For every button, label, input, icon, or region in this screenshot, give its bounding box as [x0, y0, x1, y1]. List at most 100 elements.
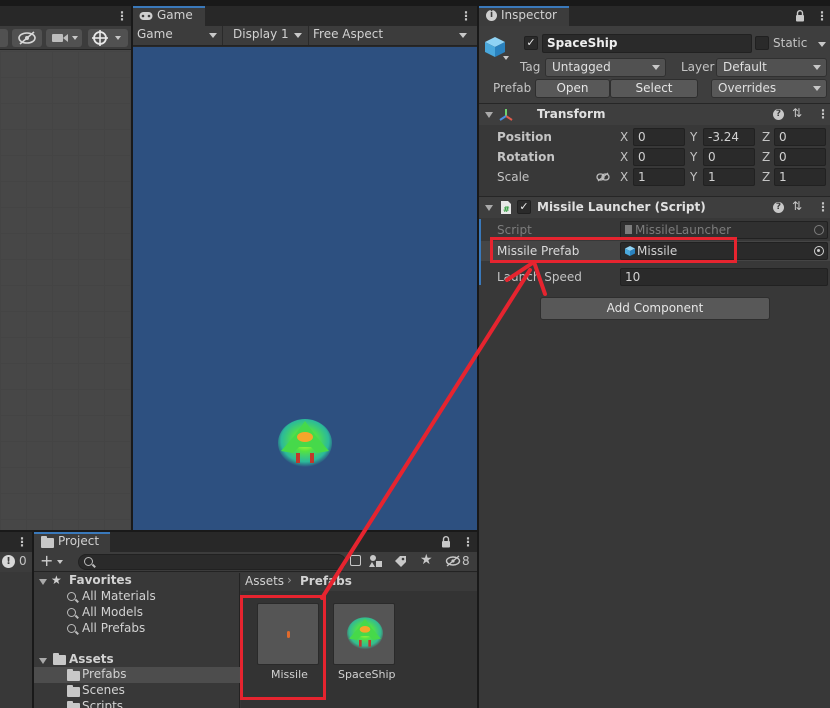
chevron-down-icon — [813, 86, 821, 91]
transform-header[interactable]: Transform ? ⇅ ⋮ — [479, 103, 830, 125]
tree-item-prefabs[interactable]: Prefabs — [34, 667, 240, 683]
axis-x-label: X — [620, 150, 629, 164]
asset-label: Missile — [271, 668, 308, 681]
search-icon — [67, 608, 76, 617]
presets-icon[interactable]: ⇅ — [792, 106, 802, 120]
overrides-dropdown[interactable]: Overrides — [711, 79, 827, 98]
create-plus-icon[interactable]: + — [40, 551, 53, 570]
project-menu-icon[interactable]: ⋮ — [462, 535, 474, 549]
favorites-label[interactable]: Favorites — [69, 573, 132, 587]
missile-launcher-header[interactable]: # ✓ Missile Launcher (Script) ? ⇅ ⋮ — [479, 196, 830, 218]
prefab-select-button[interactable]: Select — [610, 79, 698, 98]
add-component-button[interactable]: Add Component — [540, 297, 770, 320]
script-value: MissileLauncher — [635, 223, 732, 237]
search-icon — [67, 624, 76, 633]
prefab-label: Prefab — [493, 81, 532, 95]
fold-arrow-icon[interactable] — [39, 658, 47, 664]
console-menu-icon[interactable]: ⋮ — [16, 535, 28, 549]
layer-label: Layer — [681, 60, 715, 74]
presets-icon[interactable]: ⇅ — [792, 199, 802, 213]
axis-z-label: Z — [762, 150, 771, 164]
static-label: Static — [773, 36, 808, 50]
scene-toolbar — [0, 26, 131, 50]
project-search-input[interactable] — [78, 554, 346, 570]
project-folder-tree: ★ Favorites All Materials All Models All… — [34, 573, 240, 708]
scene-view-menu-icon[interactable]: ⋮ — [116, 9, 128, 23]
error-icon[interactable]: ! — [2, 555, 15, 568]
fold-arrow-icon[interactable] — [485, 112, 493, 118]
tab-inspector[interactable]: i Inspector — [479, 6, 569, 26]
help-icon[interactable]: ? — [773, 109, 784, 120]
chevron-down-icon — [652, 65, 660, 70]
help-icon[interactable]: ? — [773, 202, 784, 213]
asset-item-spaceship[interactable]: SpaceShip — [333, 603, 396, 685]
asset-item-missile[interactable]: Missile — [257, 603, 319, 685]
breadcrumb-assets[interactable]: Assets — [245, 574, 284, 588]
chevron-down-icon — [459, 33, 467, 38]
hidden-packages-icon[interactable] — [445, 555, 461, 567]
link-icon[interactable] — [596, 171, 610, 185]
tool-dropdown-arrow[interactable] — [0, 29, 8, 47]
scale-x-field[interactable]: 1 — [633, 168, 685, 186]
fold-arrow-icon[interactable] — [485, 205, 493, 211]
game-viewport[interactable] — [133, 47, 477, 530]
filter-by-type-icon[interactable] — [350, 555, 361, 566]
position-x-field[interactable]: 0 — [633, 128, 685, 146]
folder-label: Prefabs — [82, 667, 127, 681]
rotation-z-field[interactable]: 0 — [774, 148, 826, 166]
component-menu-icon[interactable]: ⋮ — [817, 200, 829, 214]
assets-folder[interactable]: Assets — [69, 652, 114, 666]
active-checkbox[interactable]: ✓ — [524, 36, 538, 50]
game-view-menu-icon[interactable]: ⋮ — [460, 9, 472, 23]
tab-inspector-label: Inspector — [501, 8, 557, 22]
favorite-item[interactable]: All Materials — [82, 589, 156, 603]
game-mode-dropdown[interactable]: Game — [133, 26, 223, 45]
object-picker-icon[interactable] — [814, 246, 824, 256]
position-y-field[interactable]: -3.24 — [703, 128, 755, 146]
visibility-off-icon[interactable] — [12, 29, 42, 47]
layer-dropdown[interactable]: Default — [716, 58, 827, 77]
tag-icon[interactable] — [394, 555, 407, 568]
chevron-down-icon — [209, 33, 217, 38]
tree-item-scripts[interactable]: Scripts — [82, 699, 123, 708]
prefab-open-button[interactable]: Open — [535, 79, 610, 98]
inspector-menu-icon[interactable]: ⋮ — [816, 9, 828, 23]
scale-y-field[interactable]: 1 — [703, 168, 755, 186]
missile-prefab-field[interactable]: Missile — [620, 242, 828, 260]
gizmo-icon[interactable] — [88, 29, 128, 47]
lock-icon[interactable] — [441, 536, 451, 551]
favorite-item[interactable]: All Prefabs — [82, 621, 145, 635]
tag-dropdown[interactable]: Untagged — [545, 58, 666, 77]
tab-game-label: Game — [157, 8, 193, 22]
component-enabled-checkbox[interactable]: ✓ — [517, 200, 531, 214]
static-checkbox[interactable] — [755, 36, 769, 50]
spaceship-sprite — [278, 419, 332, 467]
display-dropdown[interactable]: Display 1 — [227, 26, 309, 45]
lock-icon[interactable] — [795, 10, 805, 25]
layer-value: Default — [723, 60, 767, 74]
launch-speed-field[interactable]: 10 — [620, 268, 828, 286]
scale-z-field[interactable]: 1 — [774, 168, 826, 186]
rotation-x-field[interactable]: 0 — [633, 148, 685, 166]
fold-arrow-icon[interactable] — [39, 579, 47, 585]
tab-project[interactable]: Project — [34, 532, 110, 552]
component-menu-icon[interactable]: ⋮ — [817, 107, 829, 121]
breadcrumb-prefabs[interactable]: Prefabs — [300, 574, 352, 588]
favorite-item[interactable]: All Models — [82, 605, 143, 619]
favorite-star-icon[interactable]: ★ — [420, 552, 433, 568]
aspect-dropdown[interactable]: Free Aspect — [311, 26, 471, 45]
chevron-down-icon[interactable] — [57, 560, 63, 564]
chevron-down-icon[interactable] — [818, 42, 826, 47]
chevron-down-icon[interactable] — [503, 56, 509, 60]
info-icon: i — [486, 10, 497, 21]
rotation-y-field[interactable]: 0 — [703, 148, 755, 166]
camera-icon[interactable] — [46, 29, 82, 47]
search-icon — [67, 592, 76, 601]
filter-by-label-icon[interactable] — [369, 554, 383, 568]
axis-y-label: Y — [690, 170, 698, 184]
tree-item-scenes[interactable]: Scenes — [82, 683, 125, 697]
object-name-field[interactable]: SpaceShip — [542, 34, 752, 53]
scene-grid[interactable] — [0, 51, 131, 530]
tab-game[interactable]: Game — [133, 6, 205, 26]
position-z-field[interactable]: 0 — [774, 128, 826, 146]
